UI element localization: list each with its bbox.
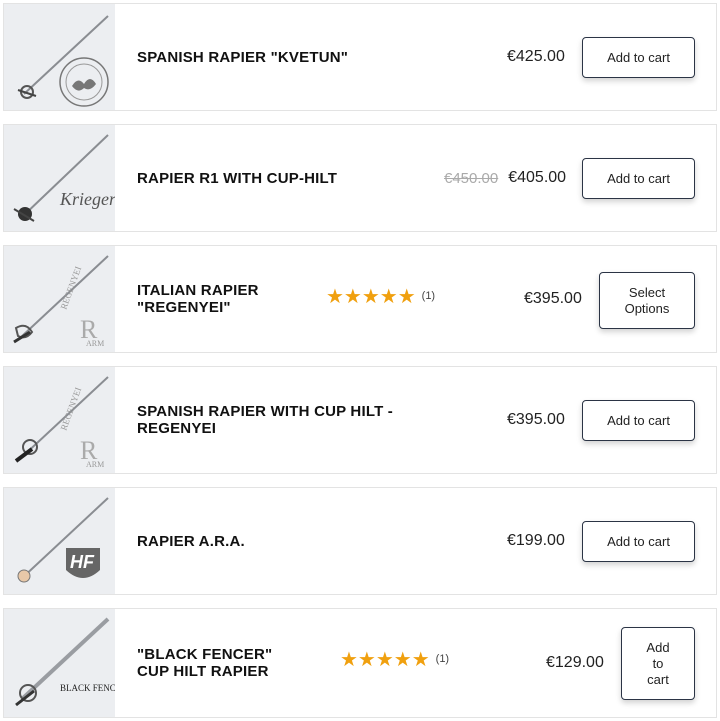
stars-icon: ★★★★★ xyxy=(326,284,416,308)
rapier-image: REGENYEI R ARM xyxy=(13,255,109,348)
product-row: REGENYEI R ARM SPANISH RAPIER WITH CUP H… xyxy=(3,366,717,474)
product-thumbnail[interactable]: REGENYEI R ARM xyxy=(4,246,115,352)
star-rating: ★★★★★ (1) xyxy=(326,286,435,306)
product-row: Krieger RAPIER R1 WITH CUP-HILT €450.00 … xyxy=(3,124,717,232)
product-thumbnail[interactable]: BLACK FENCER xyxy=(4,609,115,717)
rapier-image: Krieger xyxy=(13,134,115,222)
product-name[interactable]: ITALIAN RAPIER "REGENYEI" xyxy=(137,246,259,352)
product-row: SPANISH RAPIER "KVETUN" €425.00 Add to c… xyxy=(3,3,717,111)
svg-text:ARM: ARM xyxy=(86,339,104,348)
add-to-cart-button[interactable]: Add to cart xyxy=(582,158,695,199)
product-price: €450.00 €405.00 xyxy=(444,169,567,187)
rating-count: (1) xyxy=(435,653,450,665)
product-thumbnail[interactable]: REGENYEI R ARM xyxy=(4,367,115,473)
product-name[interactable]: SPANISH RAPIER "KVETUN" xyxy=(137,4,348,110)
product-name[interactable]: RAPIER A.R.A. xyxy=(137,488,245,594)
product-price: €129.00 xyxy=(546,654,604,671)
logo-text: BLACK FENCER xyxy=(60,683,115,693)
rapier-image: BLACK FENCER xyxy=(15,617,115,707)
rapier-image: HF xyxy=(17,497,109,583)
product-thumbnail[interactable] xyxy=(4,4,115,110)
product-name[interactable]: RAPIER R1 WITH CUP-HILT xyxy=(137,125,337,231)
stars-icon: ★★★★★ xyxy=(340,647,430,671)
add-to-cart-button[interactable]: Add to cart xyxy=(621,627,695,700)
add-to-cart-button[interactable]: Add to cart xyxy=(582,521,695,562)
star-rating: ★★★★★ (1) xyxy=(340,649,449,669)
svg-text:ARM: ARM xyxy=(86,460,104,469)
product-row: REGENYEI R ARM ITALIAN RAPIER "REGENYEI"… xyxy=(3,245,717,353)
svg-text:REGENYEI: REGENYEI xyxy=(58,386,83,432)
rapier-image xyxy=(17,15,109,107)
product-name[interactable]: SPANISH RAPIER WITH CUP HILT - REGENYEI xyxy=(137,367,393,473)
add-to-cart-button[interactable]: Add to cart xyxy=(582,37,695,78)
product-price: €395.00 xyxy=(524,290,582,307)
svg-text:REGENYEI: REGENYEI xyxy=(58,265,83,311)
product-price: €199.00 xyxy=(507,532,565,549)
product-price: €425.00 xyxy=(507,48,565,65)
rating-count: (1) xyxy=(421,290,436,302)
product-thumbnail[interactable]: HF xyxy=(4,488,115,594)
rapier-image: REGENYEI R ARM xyxy=(14,376,109,469)
product-row: BLACK FENCER "BLACK FENCER" CUP HILT RAP… xyxy=(3,608,717,718)
svg-text:HF: HF xyxy=(70,552,95,572)
product-thumbnail[interactable]: Krieger xyxy=(4,125,115,231)
old-price: €450.00 xyxy=(444,169,499,187)
product-name[interactable]: "BLACK FENCER" CUP HILT RAPIER xyxy=(137,609,272,717)
select-options-button[interactable]: Select Options xyxy=(599,272,695,329)
add-to-cart-button[interactable]: Add to cart xyxy=(582,400,695,441)
product-price: €395.00 xyxy=(507,411,565,428)
logo-text: Krieger xyxy=(59,189,115,209)
product-row: HF RAPIER A.R.A. €199.00 Add to cart xyxy=(3,487,717,595)
